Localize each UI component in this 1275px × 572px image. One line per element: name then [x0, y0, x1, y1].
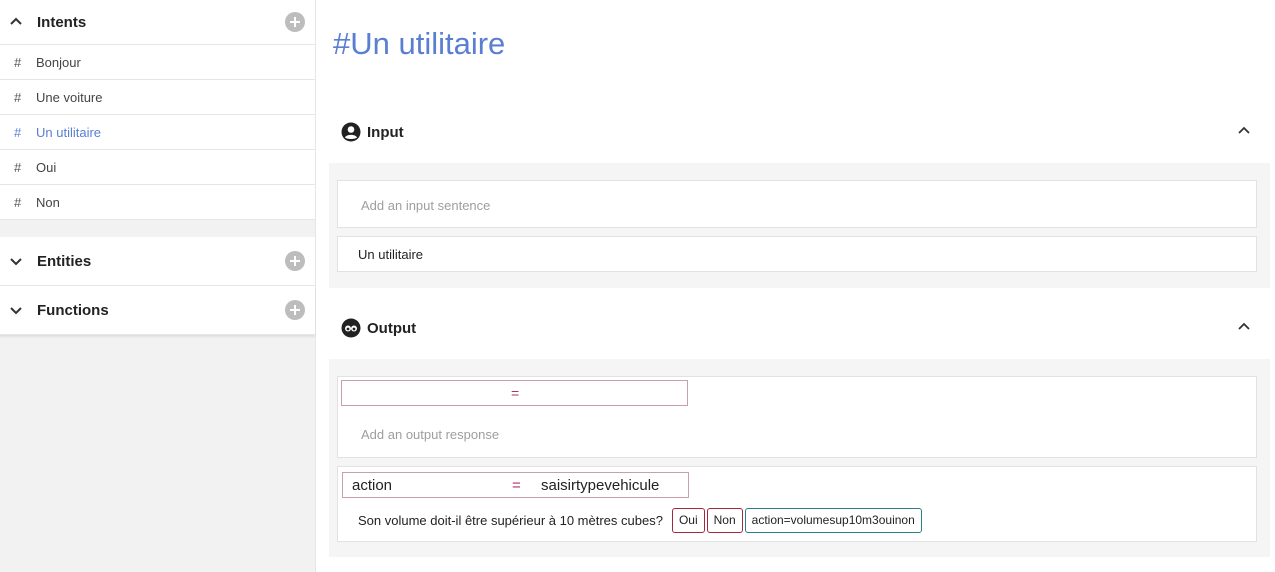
- kv-equals: =: [512, 477, 521, 494]
- intents-section-header[interactable]: Intents: [0, 0, 315, 45]
- add-intent-plus-icon[interactable]: [285, 12, 305, 32]
- intent-label: Bonjour: [36, 54, 81, 70]
- hash-icon: #: [14, 124, 22, 140]
- intent-item-oui[interactable]: # Oui: [0, 150, 315, 185]
- user-circle-icon: [341, 122, 361, 142]
- add-entity-plus-icon[interactable]: [285, 251, 305, 271]
- input-sentence-text: Un utilitaire: [358, 247, 424, 262]
- sidebar: Intents # Bonjour # Une voiture # Un uti…: [0, 0, 316, 572]
- output-panel-title: Output: [367, 319, 417, 337]
- hash-icon: #: [14, 159, 22, 175]
- kv-equals: =: [511, 385, 520, 401]
- input-sentence-row[interactable]: Un utilitaire: [337, 236, 1257, 272]
- main-content: #Un utilitaire Input Add an input senten…: [317, 0, 1275, 572]
- action-tag[interactable]: action=volumesup10m3ouinon: [744, 508, 922, 533]
- intent-list: # Bonjour # Une voiture # Un utilitaire …: [0, 45, 315, 220]
- intents-title: Intents: [37, 13, 87, 31]
- functions-section-header[interactable]: Functions: [0, 286, 315, 335]
- intent-item-bonjour[interactable]: # Bonjour: [0, 45, 315, 80]
- intent-label: Un utilitaire: [36, 124, 102, 140]
- response-key-value-field[interactable]: action = saisirtypevehicule: [342, 472, 689, 498]
- intent-label: Non: [36, 194, 60, 210]
- add-input-sentence-field[interactable]: Add an input sentence: [337, 180, 1257, 228]
- button-tag-non[interactable]: Non: [706, 508, 743, 533]
- kv-value[interactable]: saisirtypevehicule: [541, 477, 659, 494]
- chevron-down-icon[interactable]: [9, 254, 23, 268]
- intent-label: Oui: [36, 159, 57, 175]
- output-panel: Output = Add an output response action =…: [329, 297, 1270, 557]
- input-panel: Input Add an input sentence Un utilitair…: [329, 101, 1270, 288]
- chevron-up-icon[interactable]: [1236, 319, 1252, 335]
- response-line: Son volume doit-il être supérieur à 10 m…: [358, 508, 922, 533]
- chevron-down-icon[interactable]: [9, 303, 23, 317]
- button-tag-oui[interactable]: Oui: [671, 508, 705, 533]
- robot-eyes-icon: [341, 318, 361, 338]
- intent-item-non[interactable]: # Non: [0, 185, 315, 220]
- hash-icon: #: [14, 54, 22, 70]
- add-function-plus-icon[interactable]: [285, 300, 305, 320]
- entities-section-header[interactable]: Entities: [0, 237, 315, 286]
- kv-key[interactable]: action: [352, 477, 392, 494]
- intent-label: Une voiture: [36, 89, 103, 105]
- new-key-value-field[interactable]: =: [341, 380, 688, 406]
- input-panel-header: Input: [329, 101, 1270, 163]
- output-placeholder: Add an output response: [361, 427, 500, 442]
- output-response-row[interactable]: action = saisirtypevehicule Son volume d…: [337, 466, 1257, 542]
- page-title: #Un utilitaire: [333, 26, 506, 61]
- functions-title: Functions: [37, 301, 109, 319]
- chevron-up-icon[interactable]: [9, 15, 23, 29]
- input-panel-title: Input: [367, 123, 404, 141]
- intent-item-une-voiture[interactable]: # Une voiture: [0, 80, 315, 115]
- chevron-up-icon[interactable]: [1236, 123, 1252, 139]
- intent-item-un-utilitaire[interactable]: # Un utilitaire: [0, 115, 315, 150]
- input-placeholder: Add an input sentence: [361, 198, 491, 213]
- hash-icon: #: [14, 194, 22, 210]
- entities-title: Entities: [37, 252, 92, 270]
- add-output-response-box[interactable]: = Add an output response: [337, 376, 1257, 458]
- hash-icon: #: [14, 89, 22, 105]
- output-panel-header: Output: [329, 297, 1270, 359]
- response-text: Son volume doit-il être supérieur à 10 m…: [358, 513, 663, 528]
